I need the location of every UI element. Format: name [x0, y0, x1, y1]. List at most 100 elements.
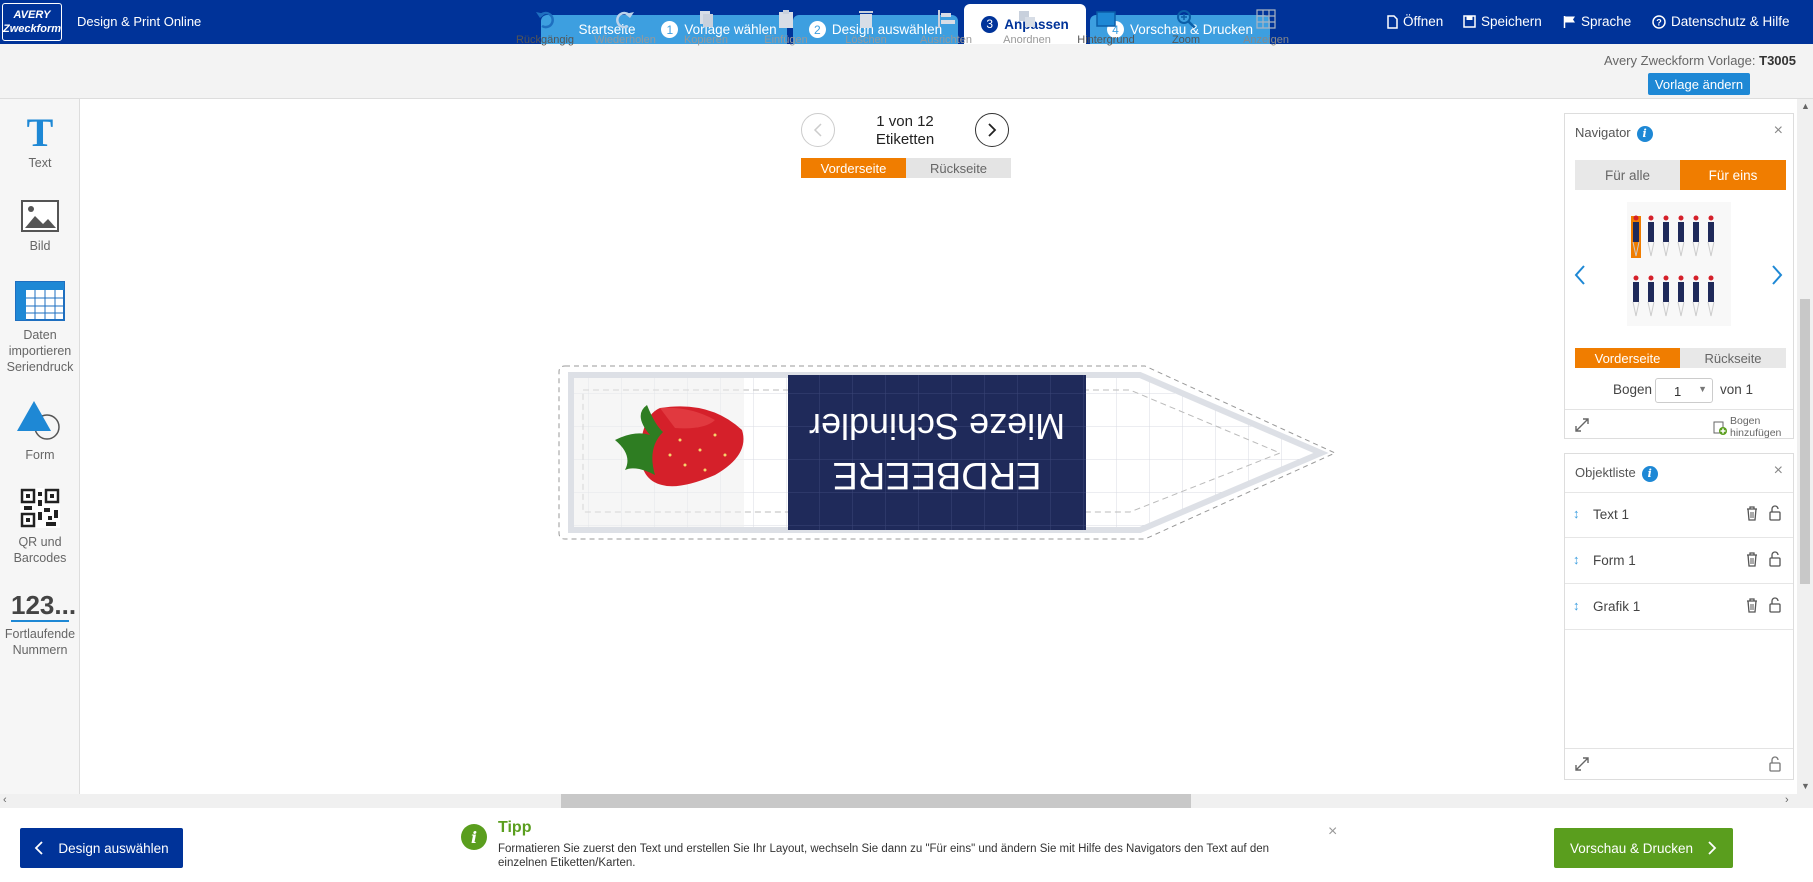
add-image-tool[interactable]: Bild	[0, 200, 80, 254]
template-info: Avery Zweckform Vorlage: T3005	[1604, 53, 1796, 68]
info-icon[interactable]: i	[1641, 465, 1658, 482]
language-button[interactable]: Sprache	[1563, 14, 1631, 29]
object-name: Grafik 1	[1593, 599, 1641, 614]
add-text-tool[interactable]: T Text	[0, 113, 80, 171]
scroll-up-icon[interactable]: ▲	[1801, 101, 1810, 111]
prev-label-button[interactable]	[801, 113, 835, 147]
help-button[interactable]: ? Datenschutz & Hilfe	[1652, 14, 1790, 29]
toolbar	[0, 44, 1813, 99]
paste-button[interactable]: Einfügen	[746, 8, 826, 46]
preview-print-button[interactable]: Vorschau & Drucken	[1554, 828, 1733, 868]
label-name-text[interactable]: Mieze Schindler	[809, 406, 1065, 447]
delete-button[interactable]: Löschen	[826, 8, 906, 46]
tip-info-icon: i	[461, 824, 487, 850]
shape-icon	[17, 401, 60, 440]
align-button[interactable]: Ausrichten	[906, 8, 986, 46]
open-button[interactable]: Öffnen	[1386, 14, 1443, 29]
navigator-title: Navigator i	[1575, 125, 1653, 142]
paste-icon	[779, 10, 793, 28]
object-item[interactable]: ↕ Text 1	[1565, 492, 1793, 538]
background-button[interactable]: Hintergrund	[1066, 8, 1146, 46]
nav-next-icon[interactable]	[1770, 264, 1784, 286]
sheet-label: Bogen	[1613, 382, 1653, 397]
back-button[interactable]: Design auswählen	[20, 828, 183, 868]
info-icon[interactable]: i	[1636, 125, 1653, 142]
sheet-select[interactable]: 1 ▼	[1655, 378, 1713, 403]
chevron-down-icon: ▼	[1698, 384, 1707, 394]
zoom-button[interactable]: Zoom	[1146, 8, 1226, 46]
arrange-button[interactable]: Anordnen	[987, 8, 1067, 46]
object-list-panel: Objektliste i × ↕ Text 1 ↕ Form 1 ↕ Grafi…	[1564, 453, 1794, 780]
trash-icon[interactable]	[1745, 597, 1759, 613]
file-icon	[1387, 14, 1398, 29]
sheet-total: von 1	[1720, 382, 1754, 397]
change-template-button[interactable]: Vorlage ändern	[1648, 73, 1750, 95]
scroll-right-icon[interactable]: ›	[1785, 794, 1789, 806]
unlock-icon[interactable]	[1768, 597, 1782, 613]
for-one-toggle[interactable]: Für eins	[1680, 160, 1786, 190]
expand-icon[interactable]	[1574, 417, 1590, 433]
nav-back-toggle[interactable]: Rückseite	[1680, 348, 1786, 368]
add-qr-tool[interactable]: QR und Barcodes	[0, 488, 80, 566]
svg-text:T: T	[27, 113, 54, 149]
label-fruit-text[interactable]: ERDBEERE	[832, 454, 1041, 496]
sheet-thumbnail[interactable]	[1627, 202, 1731, 326]
avery-logo[interactable]: AVERY Zweckform	[2, 3, 62, 41]
object-name: Form 1	[1593, 553, 1636, 568]
trash-icon[interactable]	[1745, 505, 1759, 521]
scroll-down-icon[interactable]: ▼	[1801, 781, 1810, 791]
next-label-button[interactable]	[975, 113, 1009, 147]
chevron-left-icon	[35, 841, 43, 855]
scroll-left-icon[interactable]: ‹	[3, 794, 7, 806]
label-preview[interactable]: ERDBEERE Mieze Schindler	[555, 360, 1341, 545]
save-icon	[1463, 15, 1476, 28]
tip-close-icon[interactable]: ×	[1328, 823, 1337, 841]
canvas-front-toggle[interactable]: Vorderseite	[801, 158, 906, 178]
numbers-icon: 123...	[11, 590, 77, 622]
redo-button[interactable]: Wiederholen	[585, 8, 665, 46]
canvas-back-toggle[interactable]: Rückseite	[906, 158, 1011, 178]
for-all-toggle[interactable]: Für alle	[1575, 160, 1680, 190]
save-button[interactable]: Speichern	[1463, 14, 1542, 29]
unlock-icon[interactable]	[1768, 551, 1782, 567]
unlock-icon[interactable]	[1768, 505, 1782, 521]
sequential-numbers-tool[interactable]: 123... Fortlaufende Nummern	[0, 590, 80, 658]
unlock-all-icon[interactable]	[1768, 756, 1782, 772]
label-counter: 1 von 12 Etiketten	[875, 113, 935, 148]
horizontal-scrollbar[interactable]: ‹ ›	[0, 794, 1813, 808]
expand-icon[interactable]	[1574, 756, 1590, 772]
navigator-close-icon[interactable]: ×	[1774, 122, 1783, 140]
chevron-left-icon	[813, 123, 822, 137]
help-icon: ?	[1652, 14, 1666, 29]
zoom-icon	[1177, 10, 1196, 29]
view-button[interactable]: Anzeigen	[1226, 8, 1306, 46]
vertical-scrollbar[interactable]: ▲ ▼	[1797, 99, 1813, 794]
undo-icon	[536, 11, 554, 29]
grid-icon	[1256, 9, 1276, 29]
drag-handle-icon[interactable]: ↕	[1573, 598, 1580, 613]
drag-handle-icon[interactable]: ↕	[1573, 506, 1580, 521]
object-item[interactable]: ↕ Form 1	[1565, 538, 1793, 584]
tip-title: Tipp	[498, 819, 532, 836]
undo-button[interactable]: Rückgängig	[505, 8, 585, 46]
nav-prev-icon[interactable]	[1573, 264, 1587, 286]
trash-icon[interactable]	[1745, 551, 1759, 567]
svg-text:?: ?	[1656, 17, 1662, 27]
flag-icon	[1563, 15, 1575, 28]
horizontal-scroll-thumb[interactable]	[561, 794, 1191, 808]
copy-button[interactable]: Kopieren	[666, 8, 746, 46]
align-icon	[938, 10, 955, 28]
object-list-close-icon[interactable]: ×	[1774, 462, 1783, 480]
nav-front-toggle[interactable]: Vorderseite	[1575, 348, 1680, 368]
drag-handle-icon[interactable]: ↕	[1573, 552, 1580, 567]
chevron-right-icon	[1708, 841, 1717, 855]
table-icon	[15, 281, 65, 321]
add-shape-tool[interactable]: Form	[0, 399, 80, 463]
tip-text: Formatieren Sie zuerst den Text und erst…	[498, 843, 1269, 869]
vertical-scroll-thumb[interactable]	[1800, 299, 1810, 584]
add-sheet-button[interactable]: Bogen hinzufügen	[1713, 415, 1781, 439]
add-sheet-icon	[1713, 421, 1727, 435]
object-item[interactable]: ↕ Grafik 1	[1565, 584, 1793, 630]
import-data-tool[interactable]: Daten importieren Seriendruck	[0, 281, 80, 375]
app-title: Design & Print Online	[77, 14, 202, 29]
